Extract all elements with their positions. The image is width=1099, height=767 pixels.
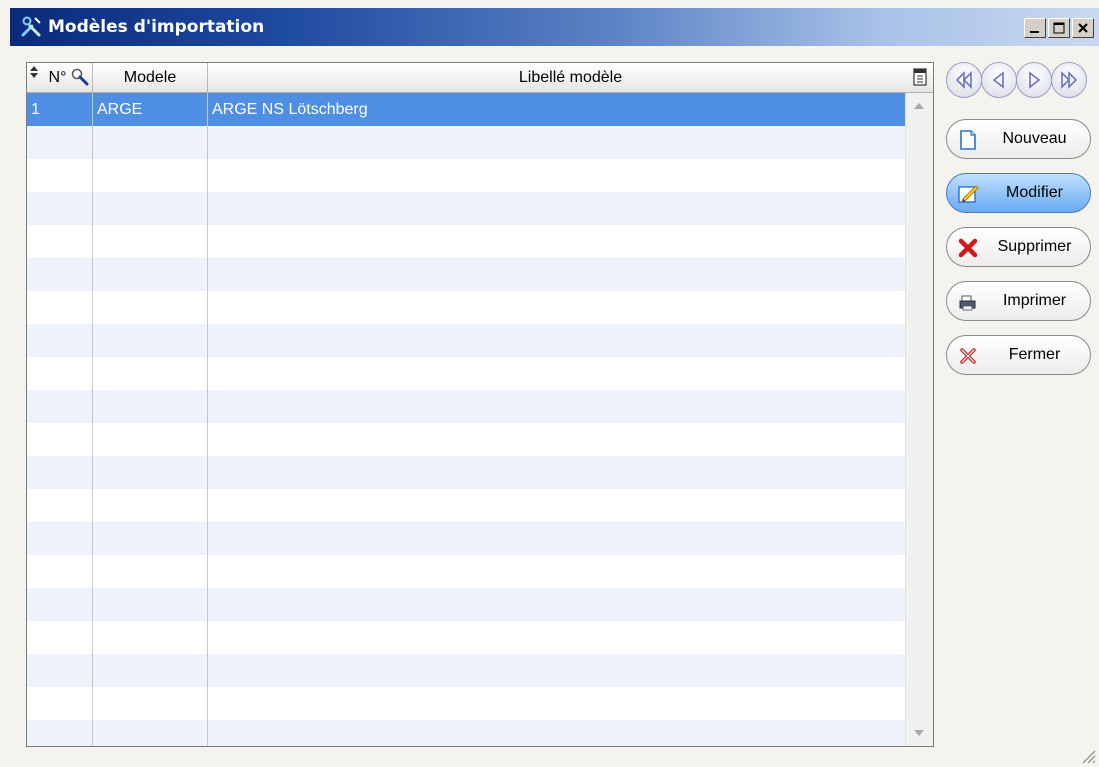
next-record-icon xyxy=(1029,71,1041,89)
new-button-label: Nouveau xyxy=(1002,130,1067,147)
column-label-number: N° xyxy=(48,69,67,86)
record-navigation xyxy=(946,62,1092,102)
new-document-icon xyxy=(960,130,976,150)
column-divider xyxy=(207,93,208,746)
empty-row xyxy=(27,159,905,192)
table-row[interactable]: 1 ARGE ARGE NS Lötschberg xyxy=(27,93,905,126)
import-models-window: Modèles d'importation N° Modele Libellé … xyxy=(0,0,1099,767)
close-window-button[interactable] xyxy=(1072,18,1094,38)
vertical-scrollbar[interactable] xyxy=(905,93,933,746)
next-record-button[interactable] xyxy=(1016,62,1052,98)
empty-row xyxy=(27,720,905,746)
modify-button-label: Modifier xyxy=(1006,184,1063,201)
title-bar[interactable]: Modèles d'importation xyxy=(10,8,1099,46)
last-record-button[interactable] xyxy=(1051,62,1087,98)
delete-button-label: Supprimer xyxy=(997,238,1072,255)
previous-record-icon xyxy=(992,71,1004,89)
empty-row xyxy=(27,324,905,357)
empty-row xyxy=(27,357,905,390)
print-button-label: Imprimer xyxy=(1002,292,1067,309)
empty-row xyxy=(27,588,905,621)
edit-icon xyxy=(958,185,979,203)
empty-row xyxy=(27,687,905,720)
column-header-model[interactable]: Modele xyxy=(93,63,208,92)
cell-model: ARGE xyxy=(97,101,143,118)
new-button[interactable]: Nouveau xyxy=(946,119,1091,159)
printer-icon xyxy=(959,295,976,311)
empty-row xyxy=(27,126,905,159)
empty-row xyxy=(27,621,905,654)
empty-row xyxy=(27,291,905,324)
delete-icon xyxy=(958,238,978,258)
delete-button[interactable]: Supprimer xyxy=(946,227,1091,267)
window-title: Modèles d'importation xyxy=(48,17,265,37)
sort-icon[interactable] xyxy=(30,66,38,78)
empty-row xyxy=(27,522,905,555)
first-record-button[interactable] xyxy=(946,62,982,98)
empty-row xyxy=(27,192,905,225)
empty-row xyxy=(27,390,905,423)
column-label-model: Modele xyxy=(123,69,177,86)
modify-button[interactable]: Modifier xyxy=(946,173,1091,213)
empty-row xyxy=(27,489,905,522)
models-table[interactable]: N° Modele Libellé modèle 1 ARGE ARGE NS … xyxy=(26,62,934,747)
table-header: N° Modele Libellé modèle xyxy=(27,63,933,93)
empty-row xyxy=(27,258,905,291)
last-record-icon xyxy=(1061,71,1078,89)
cell-description: ARGE NS Lötschberg xyxy=(212,101,368,118)
empty-row xyxy=(27,423,905,456)
close-button-label: Fermer xyxy=(1008,346,1061,363)
cell-number: 1 xyxy=(31,101,40,118)
column-header-label[interactable]: Libellé modèle xyxy=(208,63,933,92)
scroll-down-icon[interactable] xyxy=(912,728,926,738)
table-body: 1 ARGE ARGE NS Lötschberg xyxy=(27,93,905,746)
scroll-up-icon[interactable] xyxy=(912,101,926,111)
empty-row xyxy=(27,225,905,258)
column-divider xyxy=(92,93,93,746)
maximize-icon xyxy=(1053,22,1065,34)
column-label-description: Libellé modèle xyxy=(518,69,623,86)
column-header-number[interactable]: N° xyxy=(27,63,93,92)
first-record-icon xyxy=(955,71,972,89)
search-icon[interactable] xyxy=(71,68,89,86)
minimize-icon xyxy=(1030,31,1039,33)
minimize-button[interactable] xyxy=(1024,18,1046,38)
maximize-button[interactable] xyxy=(1048,18,1070,38)
empty-row xyxy=(27,456,905,489)
resize-grip-icon[interactable] xyxy=(1075,743,1097,765)
print-button[interactable]: Imprimer xyxy=(946,281,1091,321)
empty-row xyxy=(27,555,905,588)
tools-icon xyxy=(20,16,42,38)
close-icon xyxy=(960,348,976,364)
empty-row xyxy=(27,654,905,687)
close-button[interactable]: Fermer xyxy=(946,335,1091,375)
previous-record-button[interactable] xyxy=(981,62,1017,98)
columns-icon[interactable] xyxy=(913,68,927,86)
close-icon xyxy=(1078,23,1088,33)
